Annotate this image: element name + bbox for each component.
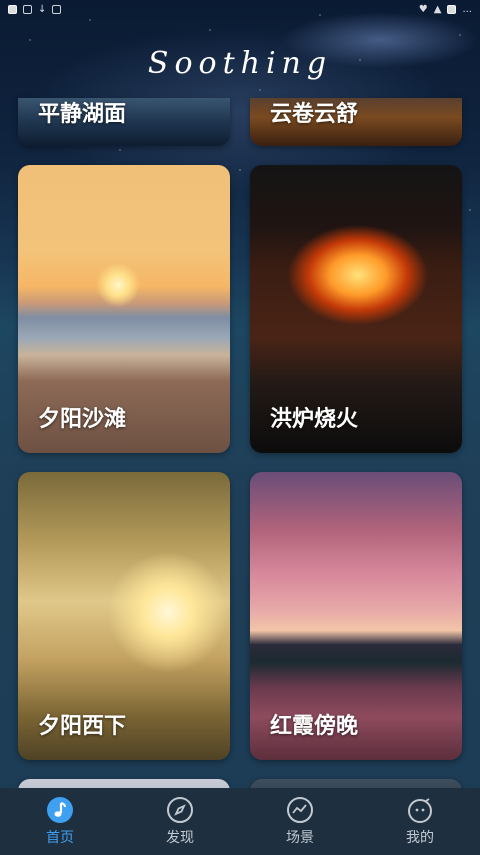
scene-grid: 平静湖面 云卷云舒 夕阳沙滩 洪炉烧火 夕阳西下 红霞傍晚 bbox=[0, 0, 480, 788]
scene-label: 平静湖面 bbox=[38, 102, 127, 127]
music-note-icon bbox=[46, 796, 74, 824]
tab-label: 场景 bbox=[286, 830, 314, 846]
scene-card-beach[interactable]: 夕阳沙滩 bbox=[18, 165, 230, 453]
tab-mine[interactable]: 我的 bbox=[360, 788, 480, 855]
face-icon bbox=[406, 796, 434, 824]
scene-label: 云卷云舒 bbox=[270, 102, 359, 127]
scene-card-partial[interactable] bbox=[250, 779, 462, 788]
chart-icon bbox=[286, 796, 314, 824]
scene-card-lake[interactable]: 平静湖面 bbox=[18, 98, 230, 146]
tab-label: 发现 bbox=[166, 830, 194, 846]
scene-card-fire[interactable]: 洪炉烧火 bbox=[250, 165, 462, 453]
tab-scenes[interactable]: 场景 bbox=[240, 788, 360, 855]
scene-label: 红霞傍晚 bbox=[270, 714, 359, 739]
scene-card-cloud[interactable]: 云卷云舒 bbox=[250, 98, 462, 146]
scene-label: 夕阳西下 bbox=[38, 714, 127, 739]
scene-label: 夕阳沙滩 bbox=[38, 407, 127, 432]
tab-bar: 首页 发现 场景 我的 bbox=[0, 788, 480, 855]
scene-card-glow[interactable]: 红霞傍晚 bbox=[250, 472, 462, 760]
scene-label: 洪炉烧火 bbox=[270, 407, 359, 432]
scene-card-sunset[interactable]: 夕阳西下 bbox=[18, 472, 230, 760]
tab-label: 首页 bbox=[46, 830, 74, 846]
tab-discover[interactable]: 发现 bbox=[120, 788, 240, 855]
scene-card-partial[interactable] bbox=[18, 779, 230, 788]
tab-home[interactable]: 首页 bbox=[0, 788, 120, 855]
tab-label: 我的 bbox=[406, 830, 434, 846]
compass-icon bbox=[166, 796, 194, 824]
